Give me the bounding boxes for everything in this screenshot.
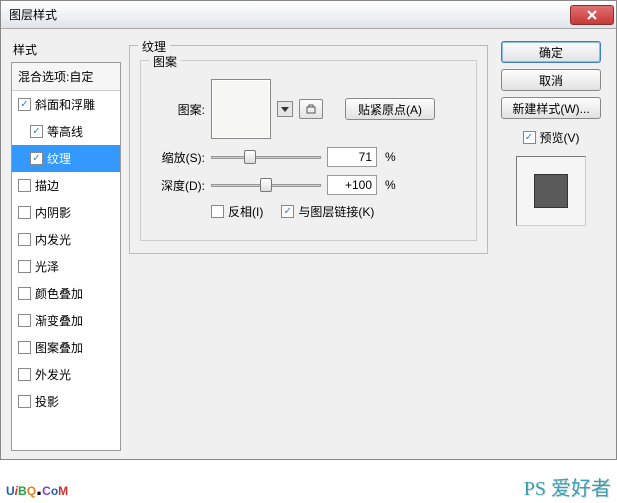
style-checkbox[interactable] <box>18 314 31 327</box>
watermark-right: PS 爱好者 <box>524 472 611 501</box>
style-checkbox[interactable] <box>18 395 31 408</box>
styles-list: 混合选项:自定 斜面和浮雕等高线纹理描边内阴影内发光光泽颜色叠加渐变叠加图案叠加… <box>11 62 121 451</box>
style-item[interactable]: 纹理 <box>12 145 120 172</box>
scale-label: 缩放(S): <box>151 149 205 166</box>
style-item[interactable]: 外发光 <box>12 361 120 388</box>
style-item[interactable]: 光泽 <box>12 253 120 280</box>
style-checkbox[interactable] <box>18 341 31 354</box>
cancel-button[interactable]: 取消 <box>501 69 601 91</box>
style-item[interactable]: 斜面和浮雕 <box>12 91 120 118</box>
style-item-label: 斜面和浮雕 <box>35 96 95 113</box>
style-item-label: 外发光 <box>35 366 71 383</box>
style-checkbox[interactable] <box>30 152 43 165</box>
style-item[interactable]: 内阴影 <box>12 199 120 226</box>
depth-slider[interactable] <box>211 176 321 194</box>
options-panel: 纹理 图案 图案: 贴紧原点(A) <box>129 37 488 451</box>
invert-checkbox[interactable]: 反相(I) <box>211 203 263 220</box>
scale-input[interactable] <box>327 147 377 167</box>
styles-label: 样式 <box>11 37 121 62</box>
style-item-label: 图案叠加 <box>35 339 83 356</box>
preview-checkbox[interactable]: 预览(V) <box>523 129 580 146</box>
style-item-label: 内阴影 <box>35 204 71 221</box>
style-checkbox[interactable] <box>18 368 31 381</box>
style-item[interactable]: 渐变叠加 <box>12 307 120 334</box>
depth-input[interactable] <box>327 175 377 195</box>
style-item[interactable]: 描边 <box>12 172 120 199</box>
scale-unit: % <box>383 150 396 164</box>
style-item-label: 等高线 <box>47 123 83 140</box>
style-item[interactable]: 内发光 <box>12 226 120 253</box>
style-item-label: 描边 <box>35 177 59 194</box>
link-checkbox[interactable]: 与图层链接(K) <box>281 203 374 220</box>
depth-row: 深度(D): % <box>151 175 466 195</box>
scale-slider[interactable] <box>211 148 321 166</box>
preview-box <box>516 156 586 226</box>
pattern-dropdown[interactable] <box>277 101 293 117</box>
ok-button[interactable]: 确定 <box>501 41 601 63</box>
pattern-group-title: 图案 <box>149 53 181 70</box>
window-title: 图层样式 <box>9 6 57 23</box>
style-item-label: 渐变叠加 <box>35 312 83 329</box>
close-button[interactable] <box>570 5 614 25</box>
snap-origin-button[interactable]: 贴紧原点(A) <box>345 98 435 120</box>
style-item-label: 内发光 <box>35 231 71 248</box>
styles-panel: 样式 混合选项:自定 斜面和浮雕等高线纹理描边内阴影内发光光泽颜色叠加渐变叠加图… <box>11 37 121 451</box>
style-item[interactable]: 颜色叠加 <box>12 280 120 307</box>
preview-label: 预览(V) <box>540 129 580 146</box>
style-item-label: 光泽 <box>35 258 59 275</box>
style-item-label: 颜色叠加 <box>35 285 83 302</box>
new-style-button[interactable]: 新建样式(W)... <box>501 97 601 119</box>
options-row: 反相(I) 与图层链接(K) <box>151 203 466 220</box>
depth-unit: % <box>383 178 396 192</box>
style-checkbox[interactable] <box>18 206 31 219</box>
watermark: UiBQ.CoM PS 爱好者 <box>0 472 617 501</box>
invert-label: 反相(I) <box>228 203 263 220</box>
texture-group: 纹理 图案 图案: 贴紧原点(A) <box>129 45 488 254</box>
layer-style-dialog: 图层样式 样式 混合选项:自定 斜面和浮雕等高线纹理描边内阴影内发光光泽颜色叠加… <box>0 0 617 460</box>
blend-options-header[interactable]: 混合选项:自定 <box>12 63 120 91</box>
style-checkbox[interactable] <box>18 179 31 192</box>
close-icon <box>587 10 597 20</box>
style-item[interactable]: 图案叠加 <box>12 334 120 361</box>
new-pattern-button[interactable] <box>299 99 323 119</box>
pattern-swatch[interactable] <box>211 79 271 139</box>
titlebar: 图层样式 <box>1 1 616 29</box>
style-item-label: 投影 <box>35 393 59 410</box>
dialog-content: 样式 混合选项:自定 斜面和浮雕等高线纹理描边内阴影内发光光泽颜色叠加渐变叠加图… <box>1 29 616 459</box>
style-checkbox[interactable] <box>18 233 31 246</box>
pattern-label: 图案: <box>151 101 205 118</box>
style-checkbox[interactable] <box>30 125 43 138</box>
pattern-row: 图案: 贴紧原点(A) <box>151 79 466 139</box>
style-checkbox[interactable] <box>18 260 31 273</box>
style-checkbox[interactable] <box>18 287 31 300</box>
depth-label: 深度(D): <box>151 177 205 194</box>
chevron-down-icon <box>281 107 289 112</box>
scale-row: 缩放(S): % <box>151 147 466 167</box>
new-preset-icon <box>305 103 317 115</box>
style-item[interactable]: 等高线 <box>12 118 120 145</box>
action-panel: 确定 取消 新建样式(W)... 预览(V) <box>496 37 606 451</box>
preview-swatch <box>534 174 568 208</box>
style-checkbox[interactable] <box>18 98 31 111</box>
style-item[interactable]: 投影 <box>12 388 120 415</box>
watermark-left: UiBQ.CoM <box>6 475 68 501</box>
link-label: 与图层链接(K) <box>298 203 374 220</box>
style-item-label: 纹理 <box>47 150 71 167</box>
pattern-group: 图案 图案: 贴紧原点(A) <box>140 60 477 241</box>
